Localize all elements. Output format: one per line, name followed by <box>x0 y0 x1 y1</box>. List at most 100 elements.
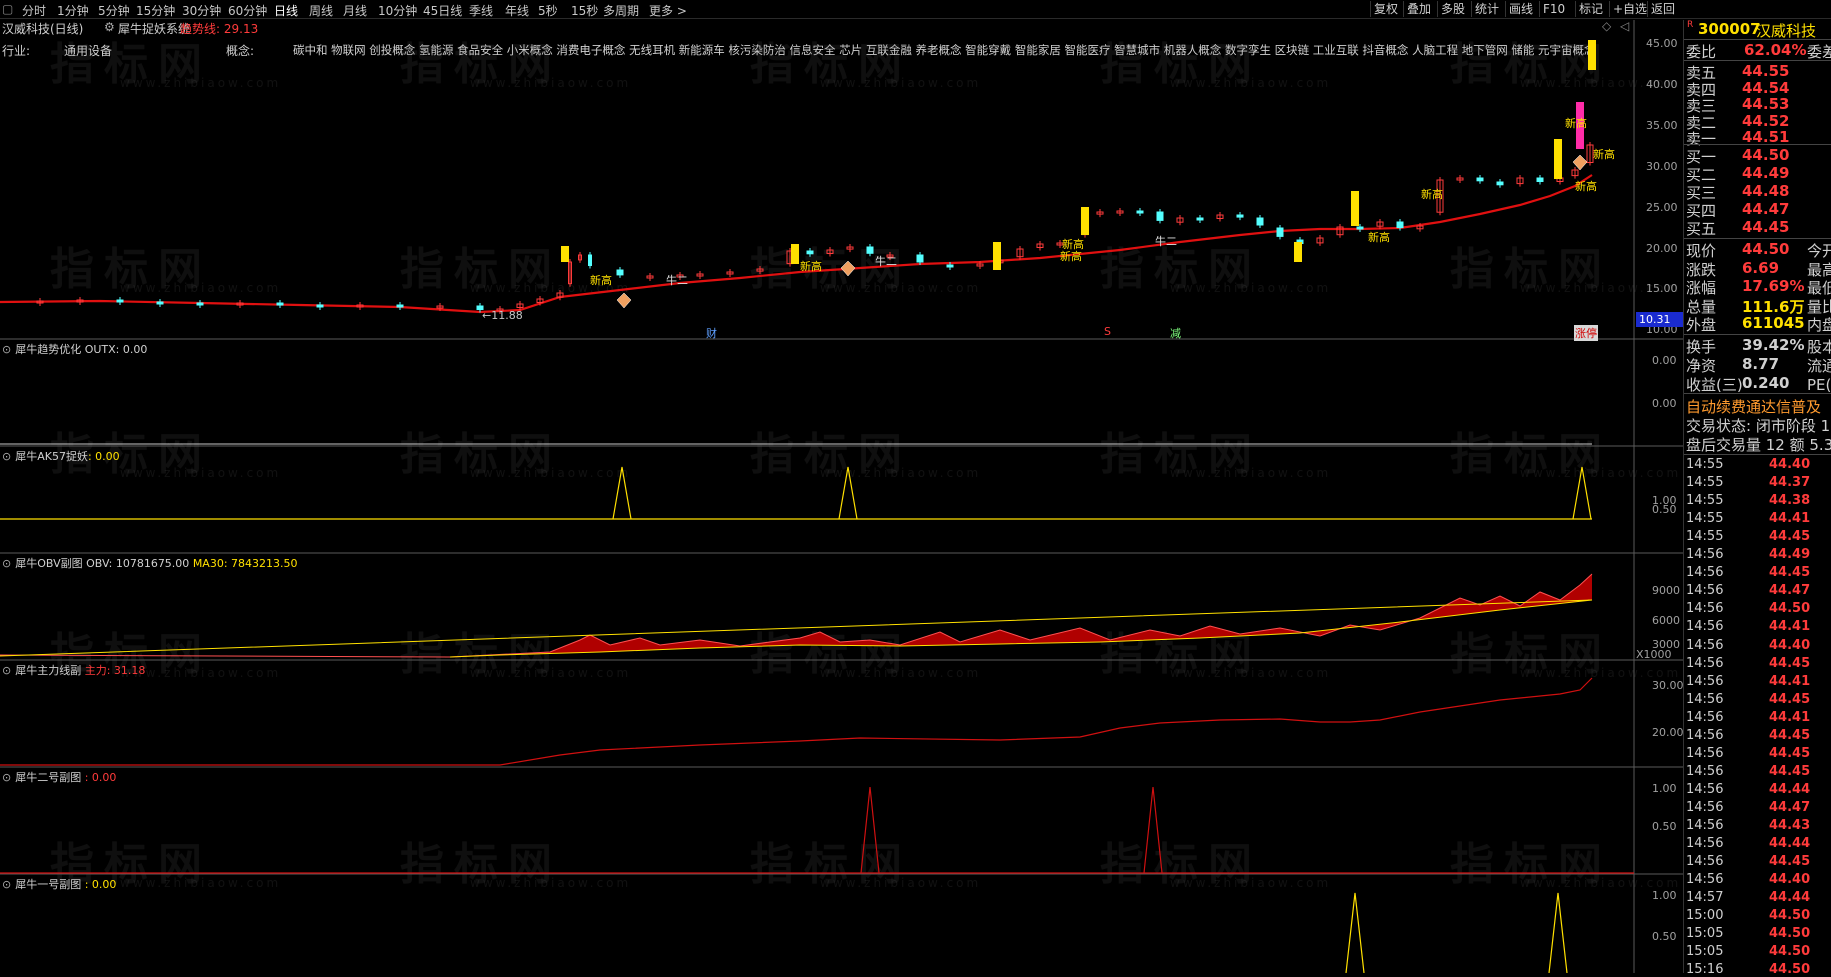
signal-candle <box>561 246 569 262</box>
candle-body <box>156 301 164 305</box>
tick-time: 14:56 <box>1686 583 1724 599</box>
indicator-name: 犀牛一号副图 <box>15 878 82 891</box>
quote-value: 44.47 <box>1742 200 1790 218</box>
new-high-label: 新高 <box>1062 238 1084 251</box>
price-tick: 15.00 <box>1646 282 1678 296</box>
indicator-value: OUTX: 0.00 <box>84 343 148 356</box>
stock-name[interactable]: 汉威科技 <box>1756 20 1816 41</box>
candle-body <box>1256 217 1264 226</box>
axis-unit: X1000 <box>1636 648 1672 661</box>
tick-price: 44.41 <box>1769 673 1811 689</box>
gear-icon[interactable]: ⊙ <box>2 450 11 463</box>
quote-value: 44.54 <box>1742 78 1790 97</box>
candle-body <box>1496 181 1504 186</box>
indicator-title-no1[interactable]: ⊙ 犀牛一号副图 : 0.00 <box>0 876 116 891</box>
gear-icon[interactable]: ⊙ <box>2 771 11 784</box>
tick-price: 44.45 <box>1769 565 1811 581</box>
indicator-title-trend[interactable]: ⊙ 犀牛趋势优化 OUTX: 0.00 <box>0 341 148 356</box>
indicator-title-no2[interactable]: ⊙ 犀牛二号副图 : 0.00 <box>0 769 116 784</box>
tick-price: 44.50 <box>1769 908 1811 924</box>
axis-tick: 9000 <box>1652 584 1680 597</box>
ox-two-label: 牛二 <box>875 255 897 268</box>
low-price-label: ←11.88 <box>482 309 523 322</box>
new-high-label: 新高 <box>1575 180 1597 193</box>
quote-value: 44.48 <box>1742 182 1790 200</box>
divider <box>1684 454 1831 455</box>
gear-icon[interactable]: ⊙ <box>2 343 11 356</box>
new-high-label: 新高 <box>800 260 822 273</box>
signal-candle <box>1588 40 1596 70</box>
tick-time: 14:56 <box>1686 619 1724 635</box>
candle-body <box>806 250 814 255</box>
s-marker: S <box>1104 325 1111 338</box>
tick-time: 15:05 <box>1686 926 1724 942</box>
indicator-name: 犀牛OBV副图 <box>15 557 83 570</box>
candle-body <box>196 302 204 306</box>
tick-price: 44.45 <box>1769 854 1811 870</box>
tick-time: 15:00 <box>1686 908 1724 924</box>
notice-link[interactable]: 自动续费通达信普及 <box>1686 396 1821 417</box>
candle-body <box>1156 211 1164 221</box>
limit-up-marker: 涨停 <box>1574 325 1598 341</box>
quote-extra-label: 股本 <box>1807 338 1831 356</box>
tick-time: 14:55 <box>1686 457 1724 472</box>
quote-label: 换手 <box>1686 338 1717 356</box>
gear-icon[interactable]: ⊙ <box>2 557 11 570</box>
obv-ma30-line <box>0 599 1593 658</box>
indicator-title-ak57[interactable]: ⊙ 犀牛AK57捉妖: 0.00 <box>0 448 120 463</box>
price-tick: 45.00 <box>1646 37 1678 50</box>
quote-label: 买五 <box>1686 220 1717 238</box>
ox-two-label: 牛二 <box>1155 235 1177 248</box>
axis-tick: 0.00 <box>1652 354 1677 367</box>
tick-time: 14:56 <box>1686 799 1724 815</box>
tick-price: 44.45 <box>1769 745 1811 761</box>
divider <box>1684 238 1831 239</box>
candle-body <box>946 264 954 268</box>
quote-value: 44.55 <box>1742 62 1790 80</box>
gear-icon[interactable]: ⊙ <box>2 878 11 891</box>
tick-time: 14:56 <box>1686 637 1724 653</box>
quote-value: 6.69 <box>1742 258 1780 277</box>
axis-tick: 0.50 <box>1652 930 1677 943</box>
quote-extra-label: 流通 <box>1807 357 1831 375</box>
indicator-title-main-force[interactable]: ⊙ 犀牛主力线副 主力: 31.18 <box>0 662 145 677</box>
tick-price: 44.49 <box>1769 547 1811 563</box>
tick-time: 14:55 <box>1686 529 1724 545</box>
signal-candle <box>791 244 799 264</box>
tick-time: 14:55 <box>1686 475 1724 491</box>
axis-tick: 6000 <box>1652 614 1680 627</box>
price-tick: 30.00 <box>1646 159 1678 173</box>
kline-chart[interactable] <box>0 0 1683 973</box>
quote-label: 收益(三) <box>1686 376 1743 394</box>
axis-tick: 0.00 <box>1652 397 1677 410</box>
tick-time: 15:16 <box>1686 962 1724 977</box>
candle-body <box>396 304 404 308</box>
tick-time: 15:05 <box>1686 944 1724 960</box>
axis-tick: 0.50 <box>1652 820 1677 833</box>
no1-spike <box>1548 892 1568 973</box>
jian-marker: 减 <box>1170 327 1181 340</box>
indicator-name: 犀牛AK57捉妖 <box>15 450 88 463</box>
no2-spike <box>1143 786 1163 874</box>
candle-body <box>1356 226 1364 230</box>
tick-time: 14:56 <box>1686 655 1724 671</box>
quote-value: 39.42% <box>1742 336 1805 354</box>
tick-time: 14:57 <box>1686 890 1724 906</box>
quote-value: 44.50 <box>1742 240 1790 258</box>
signal-candle <box>993 242 1001 270</box>
no2-spike <box>860 786 880 874</box>
candle-body <box>1136 210 1144 214</box>
tick-price: 44.45 <box>1769 727 1811 743</box>
tick-price: 44.38 <box>1769 493 1811 509</box>
signal-candle <box>1081 207 1089 235</box>
candle-body <box>1236 214 1244 218</box>
tick-price: 44.41 <box>1769 709 1811 725</box>
tick-time: 14:56 <box>1686 781 1724 797</box>
trade-status: 交易状态: 闭市阶段 1 <box>1686 417 1831 435</box>
tick-price: 44.37 <box>1769 475 1811 491</box>
indicator-title-obv[interactable]: ⊙ 犀牛OBV副图 OBV: 10781675.00 MA30: 7843213.… <box>0 555 298 570</box>
ak57-spike <box>612 466 632 520</box>
gear-icon[interactable]: ⊙ <box>2 664 11 677</box>
stock-code[interactable]: 300007 <box>1698 20 1761 38</box>
candle-body <box>588 254 592 266</box>
